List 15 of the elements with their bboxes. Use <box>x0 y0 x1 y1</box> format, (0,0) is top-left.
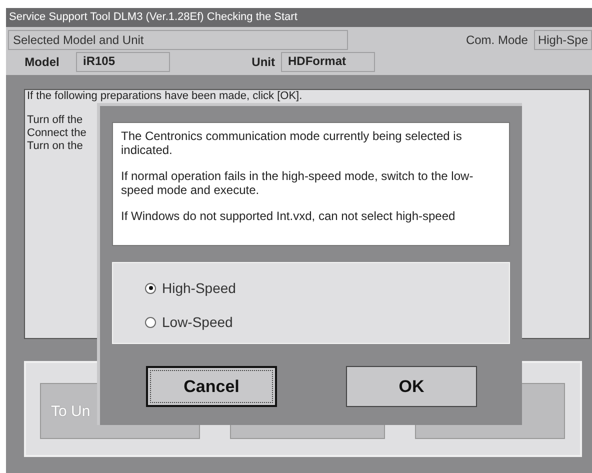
message-text: If normal operation fails in the high-speed mode, switch to the low-speed mode and execute. <box>121 169 474 197</box>
instruction-line: Connect the <box>27 127 86 140</box>
window-title: Service Support Tool DLM3 (Ver.1.28Ef) Checking the Start <box>6 8 592 27</box>
com-mode-label: Com. Mode <box>466 33 528 47</box>
model-label: Model <box>24 55 60 69</box>
com-mode-field: High-Spe <box>534 30 592 50</box>
message-text: If Windows do not supported Int.vxd, can not select high-speed <box>121 209 456 223</box>
instruction-line: Turn off the <box>27 114 83 127</box>
unit-field: HDFormat <box>281 52 375 72</box>
message-text: The Centronics communication mode currently being selected is indicated. <box>121 129 463 157</box>
section-label: Selected Model and Unit <box>8 30 348 50</box>
unit-label: Unit <box>250 55 276 69</box>
instruction-line: Turn on the <box>27 140 83 153</box>
instruction-text: If the following preparations have been made, click [OK]. <box>27 90 302 102</box>
model-field: iR105 <box>76 52 170 72</box>
